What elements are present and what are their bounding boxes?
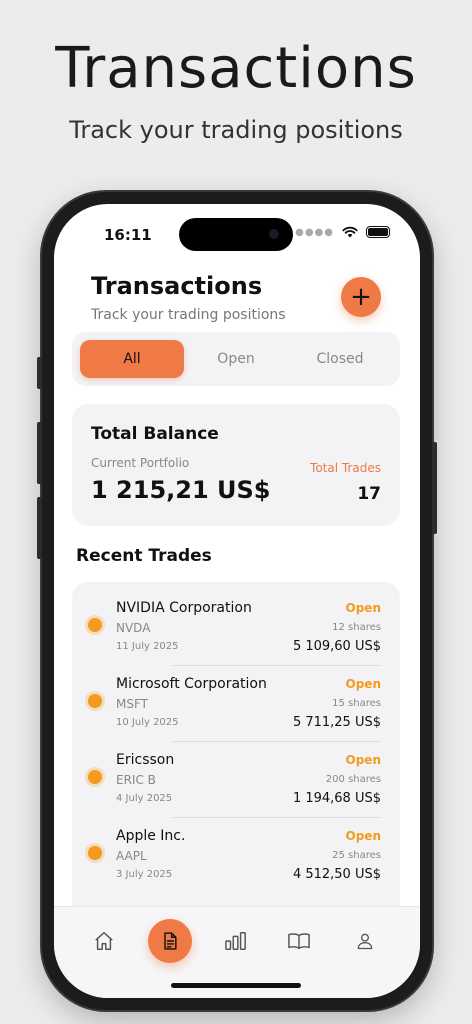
dynamic-island: [179, 218, 293, 251]
trade-shares: 25 shares: [332, 850, 381, 861]
add-transaction-button[interactable]: +: [341, 277, 381, 317]
tab-statistics[interactable]: [220, 925, 252, 957]
trade-row[interactable]: Microsoft Corporation MSFT 10 July 2025 …: [72, 666, 400, 742]
volume-down-button: [37, 497, 42, 559]
wifi-icon: [342, 226, 358, 238]
status-dot-icon: [88, 846, 102, 860]
page-subtitle: Track your trading positions: [91, 307, 286, 323]
trade-date: 3 July 2025: [116, 869, 173, 880]
portfolio-amount: 1 215,21 US$: [91, 476, 271, 504]
signal-icon: ●●●●: [295, 226, 334, 238]
tab-transactions[interactable]: [148, 919, 192, 963]
status-dot-icon: [88, 618, 102, 632]
mute-switch: [37, 357, 42, 389]
phone-frame: 16:11 ●●●● Transactions Track your tradi…: [37, 192, 437, 1010]
tab-home[interactable]: [88, 925, 120, 957]
trade-name: Apple Inc.: [116, 828, 186, 844]
trade-name: Ericsson: [116, 752, 175, 768]
trade-ticker: NVDA: [116, 621, 151, 635]
total-trades-count: 17: [357, 484, 381, 504]
home-icon: [95, 932, 113, 950]
trade-name: Microsoft Corporation: [116, 676, 267, 692]
recent-trades-title: Recent Trades: [76, 546, 212, 566]
trade-status: Open: [345, 829, 381, 843]
trade-value: 5 711,25 US$: [292, 715, 381, 730]
document-icon: [164, 932, 177, 950]
promo-title: Transactions: [55, 36, 417, 101]
trade-ticker: MSFT: [116, 697, 148, 711]
balance-title: Total Balance: [91, 424, 219, 444]
balance-card: Total Balance Current Portfolio 1 215,21…: [72, 404, 400, 526]
trade-status: Open: [345, 677, 381, 691]
portfolio-label: Current Portfolio: [91, 456, 190, 470]
trade-date: 4 July 2025: [116, 793, 173, 804]
trade-ticker: ERIC B: [116, 773, 156, 787]
filter-all[interactable]: All: [80, 340, 184, 378]
status-dot-icon: [88, 694, 102, 708]
status-time: 16:11: [104, 226, 152, 244]
filter-open[interactable]: Open: [184, 340, 288, 378]
trade-status: Open: [345, 753, 381, 767]
bar-chart-icon: [225, 932, 246, 950]
promo-subtitle: Track your trading positions: [69, 116, 403, 144]
trade-shares: 15 shares: [332, 698, 381, 709]
trade-row[interactable]: NVIDIA Corporation NVDA 11 July 2025 Ope…: [72, 590, 400, 666]
trade-row[interactable]: Apple Inc. AAPL 3 July 2025 Open 25 shar…: [72, 818, 400, 894]
trade-value: 4 512,50 US$: [292, 867, 381, 882]
camera-icon: [269, 229, 279, 239]
total-trades-label: Total Trades: [310, 461, 381, 475]
phone-screen: 16:11 ●●●● Transactions Track your tradi…: [54, 204, 420, 998]
trade-shares: 12 shares: [332, 622, 381, 633]
trade-shares: 200 shares: [325, 774, 381, 785]
battery-icon: [366, 226, 390, 238]
trade-value: 5 109,60 US$: [292, 639, 381, 654]
filter-closed[interactable]: Closed: [288, 340, 392, 378]
home-indicator: [171, 983, 301, 988]
tab-journal[interactable]: [283, 925, 315, 957]
user-icon: [357, 933, 373, 950]
trade-date: 10 July 2025: [116, 717, 179, 728]
recent-trades-list: NVIDIA Corporation NVDA 11 July 2025 Ope…: [72, 582, 400, 922]
trade-date: 11 July 2025: [116, 641, 179, 652]
trade-name: NVIDIA Corporation: [116, 600, 252, 616]
power-button: [432, 442, 437, 534]
volume-up-button: [37, 422, 42, 484]
trade-value: 1 194,68 US$: [292, 791, 381, 806]
book-icon: [288, 933, 310, 950]
status-dot-icon: [88, 770, 102, 784]
tab-profile[interactable]: [349, 925, 381, 957]
filter-segmented-control: All Open Closed: [72, 332, 400, 386]
trade-row[interactable]: Ericsson ERIC B 4 July 2025 Open 200 sha…: [72, 742, 400, 818]
trade-ticker: AAPL: [116, 849, 147, 863]
status-icons: ●●●●: [295, 226, 390, 238]
page-title: Transactions: [91, 272, 263, 300]
trade-status: Open: [345, 601, 381, 615]
